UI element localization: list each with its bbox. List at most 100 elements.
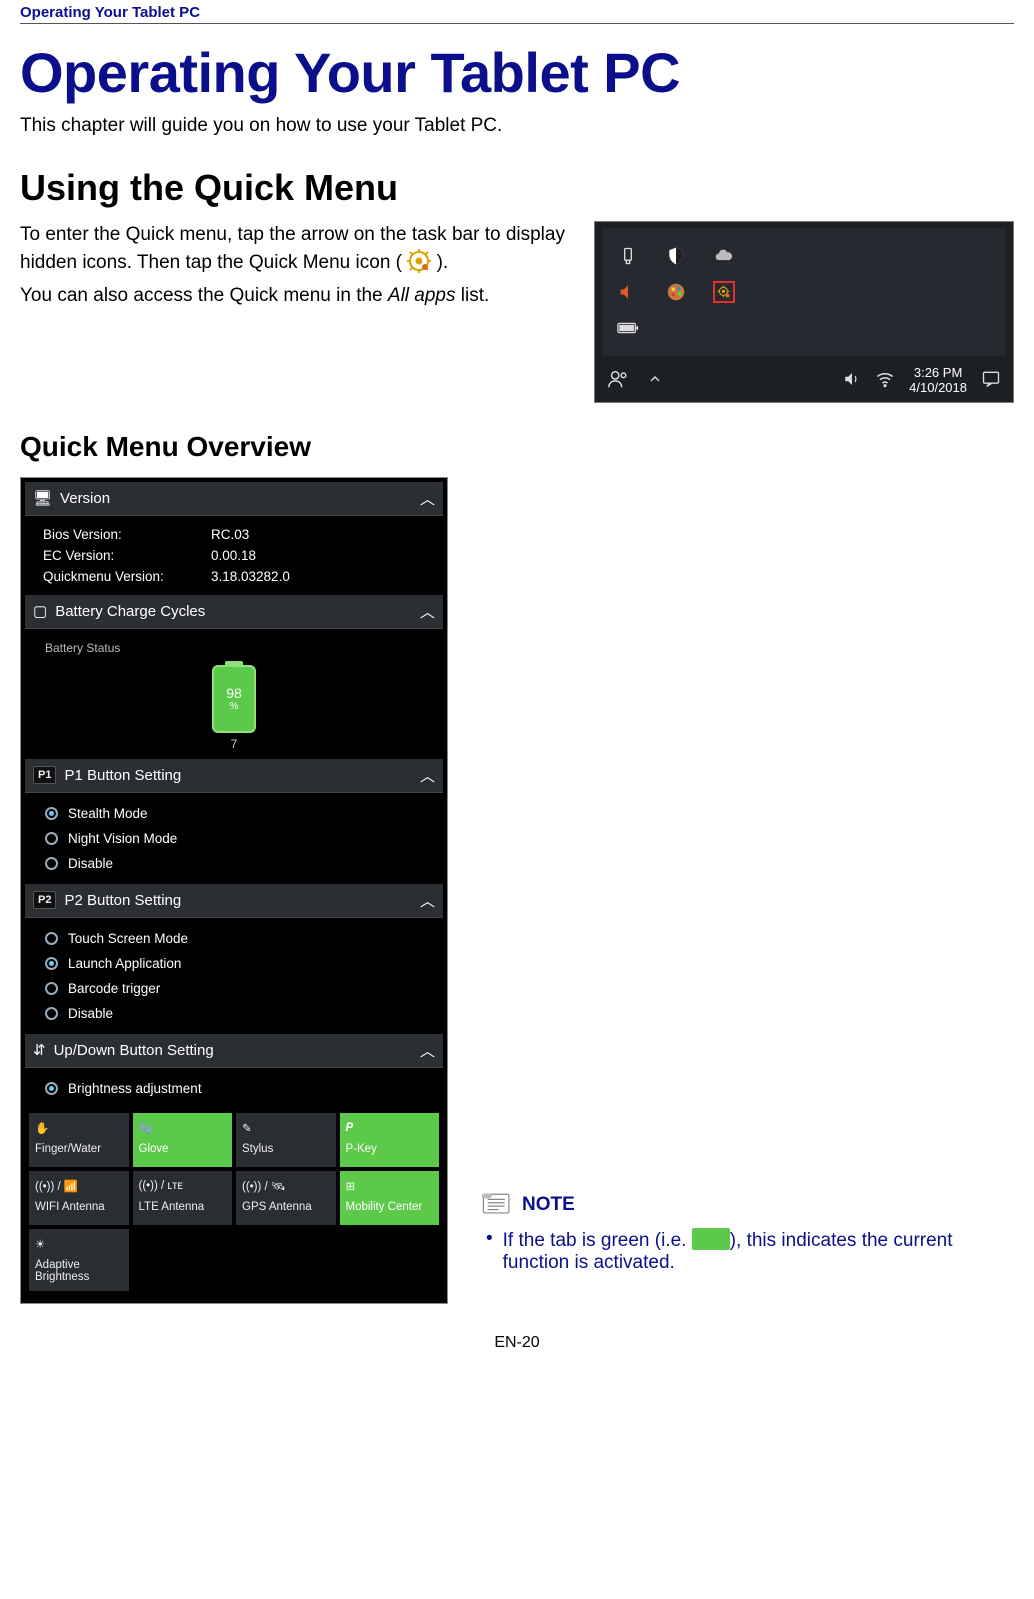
qm-version-body: Bios Version:RC.03 EC Version:0.00.18 Qu… <box>25 516 443 595</box>
note-block: NOTE If the tab is green (i.e. ), this i… <box>480 1190 1014 1304</box>
clock-time: 3:26 PM <box>909 366 967 381</box>
antenna-icon: ((•)) / ʟᴛᴇ <box>139 1177 227 1195</box>
action-center-icon[interactable] <box>981 369 1001 392</box>
radio-label: Disable <box>68 856 113 871</box>
tile-label: WIFI Antenna <box>35 1201 123 1213</box>
tile-wifi-antenna[interactable]: ((•)) / 📶WIFI Antenna <box>29 1171 129 1225</box>
antenna-icon: ((•)) / 🛰 <box>242 1177 330 1195</box>
qm-p2-title: P2 Button Setting <box>64 892 181 909</box>
tile-gps-antenna[interactable]: ((•)) / 🛰 GPS Antenna <box>236 1171 336 1225</box>
quick-menu-tray-icon[interactable] <box>713 281 735 303</box>
radio-option[interactable]: Brightness adjustment <box>43 1076 425 1101</box>
qm-version-title: Version <box>60 490 110 507</box>
qm-updown-body: Brightness adjustment <box>25 1068 443 1109</box>
tile-lte-antenna[interactable]: ((•)) / ʟᴛᴇ LTE Antenna <box>133 1171 233 1225</box>
radio-icon <box>45 1082 58 1095</box>
tile-finger-water[interactable]: ✋Finger/Water <box>29 1113 129 1167</box>
radio-option[interactable]: Disable <box>43 1001 425 1026</box>
gear-icon <box>407 249 431 273</box>
people-icon[interactable] <box>607 368 629 393</box>
tile-label: Glove <box>139 1143 227 1155</box>
qm-p2-header[interactable]: P2P2 Button Setting ︿ <box>25 884 443 918</box>
battery-percent-unit: % <box>230 701 239 712</box>
volume-mute-icon <box>617 281 639 303</box>
radio-option[interactable]: Stealth Mode <box>43 801 425 826</box>
radio-label: Barcode trigger <box>68 981 160 996</box>
qm-p1-header[interactable]: P1 P1 Button Setting ︿ <box>25 759 443 793</box>
tile-pkey[interactable]: PP-Key <box>340 1113 440 1167</box>
battery-cell: 98 % <box>212 665 256 733</box>
taskbar-clock[interactable]: 3:26 PM 4/10/2018 <box>909 366 967 396</box>
tile-label: LTE Antenna <box>139 1201 227 1213</box>
para2-b: list. <box>456 285 490 306</box>
battery-cycle: 7 <box>231 737 238 751</box>
battery-icon: ▢ <box>33 602 47 620</box>
radio-icon <box>45 857 58 870</box>
qm-updown-title: Up/Down Button Setting <box>54 1042 214 1059</box>
p2-badge: P2 <box>33 891 56 909</box>
chevron-up-icon: ︿ <box>420 1040 435 1061</box>
qm-p1-title: P1 Button Setting <box>64 767 181 784</box>
tile-label: Adaptive Brightness <box>35 1259 123 1283</box>
radio-label: Touch Screen Mode <box>68 931 188 946</box>
para2-a: You can also access the Quick menu in th… <box>20 285 388 306</box>
qm-battery-body: Battery Status 98 % 7 <box>25 629 443 759</box>
pkey-icon: P <box>346 1119 434 1137</box>
speaker-icon[interactable] <box>843 370 861 391</box>
kv-val: 0.00.18 <box>211 548 256 563</box>
note-icon <box>480 1190 514 1216</box>
tile-adaptive-brightness[interactable]: ☀ Adaptive Brightness <box>29 1229 129 1291</box>
qm-p2-body: Touch Screen Mode Launch Application Bar… <box>25 918 443 1034</box>
qm-battery-header[interactable]: ▢Battery Charge Cycles ︿ <box>25 595 443 629</box>
note-label-text: NOTE <box>522 1194 575 1216</box>
chapter-intro: This chapter will guide you on how to us… <box>20 115 1014 137</box>
radio-option[interactable]: Launch Application <box>43 951 425 976</box>
tile-stylus[interactable]: ✎ Stylus <box>236 1113 336 1167</box>
brightness-icon: ☀ <box>35 1235 123 1253</box>
radio-option[interactable]: Night Vision Mode <box>43 826 425 851</box>
kv-key: Bios Version: <box>43 527 193 542</box>
page-title: Operating Your Tablet PC <box>20 40 1014 105</box>
p1-badge: P1 <box>33 766 56 784</box>
note-bullet: If the tab is green (i.e. ), this indica… <box>486 1228 1014 1274</box>
radio-label: Disable <box>68 1006 113 1021</box>
subsection-heading-overview: Quick Menu Overview <box>20 431 1014 463</box>
kv-key: Quickmenu Version: <box>43 569 193 584</box>
qm-version-header[interactable]: 🖥 Version ︿ <box>25 482 443 516</box>
radio-icon <box>45 832 58 845</box>
green-chip-icon <box>692 1228 730 1250</box>
usb-icon <box>617 245 639 267</box>
system-tray-popup <box>603 228 1005 356</box>
chevron-up-icon: ︿ <box>420 488 435 509</box>
glove-icon: 🧤 <box>139 1119 227 1137</box>
qm-battery-title: Battery Charge Cycles <box>55 603 205 620</box>
radio-icon <box>45 1007 58 1020</box>
version-icon: 🖥 <box>33 489 52 507</box>
radio-option[interactable]: Disable <box>43 851 425 876</box>
radio-option[interactable]: Barcode trigger <box>43 976 425 1001</box>
radio-label: Brightness adjustment <box>68 1081 202 1096</box>
qm-updown-header[interactable]: ⇵ Up/Down Button Setting ︿ <box>25 1034 443 1068</box>
kv-key: EC Version: <box>43 548 193 563</box>
updown-icon: ⇵ <box>33 1041 46 1059</box>
tile-mobility-center[interactable]: ⊞Mobility Center <box>340 1171 440 1225</box>
stylus-icon: ✎ <box>242 1119 330 1137</box>
running-header: Operating Your Tablet PC <box>20 0 1014 24</box>
chevron-up-icon: ︿ <box>420 765 435 786</box>
radio-option[interactable]: Touch Screen Mode <box>43 926 425 951</box>
radio-label: Launch Application <box>68 956 181 971</box>
tile-glove[interactable]: 🧤 Glove <box>133 1113 233 1167</box>
para1-a: To enter the Quick menu, tap the arrow o… <box>20 224 565 273</box>
radio-label: Night Vision Mode <box>68 831 177 846</box>
kv-val: 3.18.03282.0 <box>211 569 290 584</box>
wifi-icon[interactable] <box>875 369 895 392</box>
tile-label: GPS Antenna <box>242 1201 330 1213</box>
page-footer: EN-20 <box>20 1304 1014 1368</box>
tile-label: Stylus <box>242 1143 330 1155</box>
chevron-up-icon[interactable] <box>647 371 663 390</box>
tile-label: Mobility Center <box>346 1201 434 1213</box>
battery-icon <box>617 317 639 339</box>
tile-label: Finger/Water <box>35 1143 123 1155</box>
qm-tiles: ✋Finger/Water 🧤 Glove ✎ Stylus PP-Key ((•)… <box>25 1109 443 1295</box>
qm-p1-body: Stealth Mode Night Vision Mode Disable <box>25 793 443 884</box>
